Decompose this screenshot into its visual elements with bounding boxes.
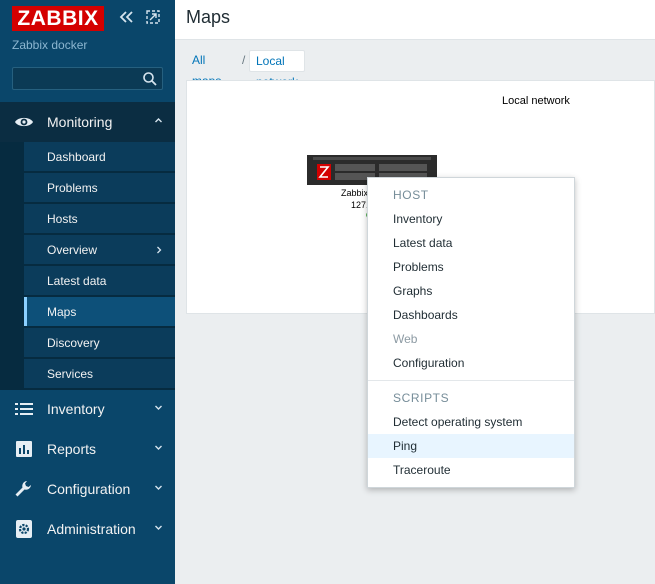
header-divider [175,39,655,40]
sidebar-item-label: Dashboard [47,150,106,164]
menu-item-graphs[interactable]: Graphs [368,279,574,303]
sidebar-item-maps[interactable]: Maps [24,297,175,327]
zabbix-logo[interactable]: ZABBIX [12,6,104,31]
kiosk-mode-icon[interactable] [144,8,162,26]
sidebar-item-discovery[interactable]: Discovery [24,328,175,358]
menu-item-label: Latest data [393,236,453,250]
list-icon [15,403,33,415]
nav-configuration[interactable]: Configuration [0,469,175,509]
collapse-sidebar-icon[interactable] [118,8,136,26]
menu-item-traceroute[interactable]: Traceroute [368,458,574,482]
sidebar-item-label: Maps [47,305,77,319]
wrench-icon [15,481,31,497]
chevron-up-icon [155,118,162,123]
menu-item-configuration[interactable]: Configuration [368,351,574,375]
nav-administration-label: Administration [47,521,136,537]
sidebar-item-overview[interactable]: Overview [24,235,175,265]
sidebar: ZABBIX Zabbix docker Monitoring Dashboar… [0,0,175,584]
menu-item-inventory[interactable]: Inventory [368,207,574,231]
sidebar-item-label: Problems [47,181,98,195]
host-context-menu: HOST Inventory Latest data Problems Grap… [367,177,575,488]
sidebar-item-label: Hosts [47,212,78,226]
menu-item-detect-os[interactable]: Detect operating system [368,410,574,434]
nav-inventory-label: Inventory [47,401,105,417]
breadcrumb-local-network[interactable]: Local network [249,50,306,89]
page-title: Maps [186,7,231,27]
search-icon[interactable] [142,71,158,87]
sidebar-item-label: Services [47,367,94,381]
nav-reports-label: Reports [47,441,97,457]
eye-icon [15,117,33,127]
menu-item-label: Traceroute [393,463,451,477]
logo-row: ZABBIX [12,6,172,31]
menu-item-ping[interactable]: Ping [368,434,574,458]
breadcrumb-all-maps[interactable]: All maps [186,50,227,88]
host-ip-label: 127. [351,200,369,210]
menu-item-label: Dashboards [393,308,458,322]
menu-item-label: Graphs [393,284,433,298]
nav-inventory[interactable]: Inventory [0,389,175,429]
menu-item-latest-data[interactable]: Latest data [368,231,574,255]
nav-monitoring-label: Monitoring [47,114,113,130]
menu-divider [368,380,574,381]
menu-item-label: Inventory [393,212,443,226]
sidebar-item-label: Overview [47,243,98,257]
menu-item-label: Configuration [393,356,465,370]
page-header [175,0,655,39]
nav-configuration-label: Configuration [47,481,131,497]
menu-section-scripts: SCRIPTS [393,391,450,405]
nav-administration[interactable]: Administration [0,509,175,549]
nav-reports[interactable]: Reports [0,429,175,469]
chevron-down-icon [155,445,162,450]
gear-icon [16,520,32,538]
sidebar-item-latest-data[interactable]: Latest data [24,266,175,296]
chevron-down-icon [155,485,162,490]
menu-item-web: Web [368,327,574,351]
menu-item-label: Problems [393,260,444,274]
monitoring-submenu: Dashboard Problems Hosts Overview Latest… [0,142,175,390]
menu-item-label: Ping [393,439,418,453]
menu-section-host: HOST [393,188,429,202]
server-name: Zabbix docker [12,38,88,52]
chevron-down-icon [155,405,162,410]
chevron-down-icon [155,525,162,530]
nav-monitoring[interactable]: Monitoring [0,102,175,142]
host-name-label: Zabbix [341,188,369,198]
sidebar-item-label: Latest data [47,274,107,288]
menu-item-problems[interactable]: Problems [368,255,574,279]
sidebar-item-services[interactable]: Services [24,359,175,389]
sidebar-item-dashboard[interactable]: Dashboard [24,142,175,172]
menu-item-label: Detect operating system [393,415,523,429]
sidebar-item-problems[interactable]: Problems [24,173,175,203]
sidebar-item-hosts[interactable]: Hosts [24,204,175,234]
sidebar-item-label: Discovery [47,336,100,350]
bar-chart-icon [16,441,32,457]
menu-item-dashboards[interactable]: Dashboards [368,303,574,327]
breadcrumb-separator: / [242,53,246,67]
search-input[interactable] [12,67,163,90]
map-title: Local network [502,95,570,107]
menu-item-label: Web [393,332,418,346]
chevron-right-icon [157,246,162,254]
